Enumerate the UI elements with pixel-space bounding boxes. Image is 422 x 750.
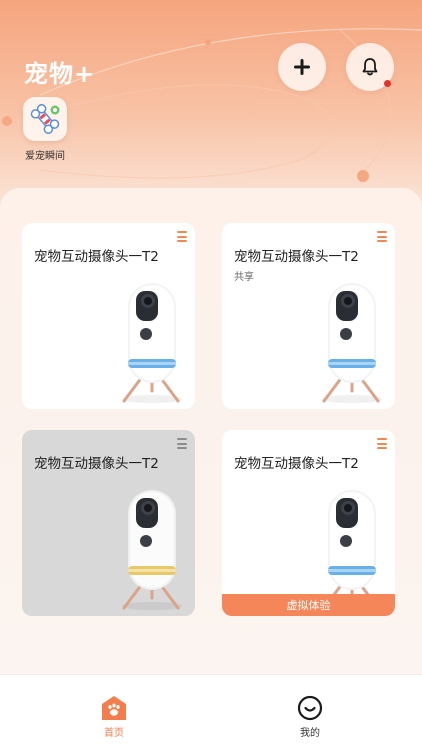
pet-moments-icon: [23, 97, 67, 141]
app-title: 宠物+: [24, 60, 96, 88]
pet-camera-image: [122, 283, 182, 403]
card-menu-icon[interactable]: [377, 438, 387, 449]
smiley-face-icon: [297, 695, 323, 721]
device-card[interactable]: 宠物互动摄像头一T2: [22, 430, 195, 616]
pet-camera-image: [122, 490, 182, 610]
shared-label: 共享: [234, 272, 254, 283]
tab-label: 我的: [300, 728, 320, 739]
bell-icon: [362, 58, 378, 76]
notification-badge: [384, 80, 391, 87]
shortcut-label: 爱宠瞬间: [25, 151, 65, 162]
device-card[interactable]: 宠物互动摄像头一T2 虚拟体验: [222, 430, 395, 616]
tab-mine[interactable]: 我的: [280, 695, 340, 739]
device-name: 宠物互动摄像头一T2: [34, 456, 159, 472]
device-name: 宠物互动摄像头一T2: [234, 249, 359, 265]
card-menu-icon[interactable]: [377, 231, 387, 242]
device-name: 宠物互动摄像头一T2: [234, 456, 359, 472]
device-card[interactable]: 宠物互动摄像头一T2: [22, 223, 195, 409]
pet-camera-image: [322, 283, 382, 403]
card-menu-icon[interactable]: [177, 231, 187, 242]
tab-label: 首页: [104, 728, 124, 739]
add-device-button[interactable]: [278, 43, 326, 91]
tab-home[interactable]: 首页: [84, 695, 144, 739]
virtual-experience-badge[interactable]: 虚拟体验: [222, 594, 395, 616]
plus-icon: [294, 59, 310, 75]
bottom-tab-bar: 首页 我的: [0, 674, 422, 750]
home-icon: [102, 696, 126, 720]
device-name: 宠物互动摄像头一T2: [34, 249, 159, 265]
device-card[interactable]: 宠物互动摄像头一T2 共享: [222, 223, 395, 409]
card-menu-icon[interactable]: [177, 438, 187, 449]
shortcut-pet-moments[interactable]: 爱宠瞬间: [22, 97, 68, 162]
